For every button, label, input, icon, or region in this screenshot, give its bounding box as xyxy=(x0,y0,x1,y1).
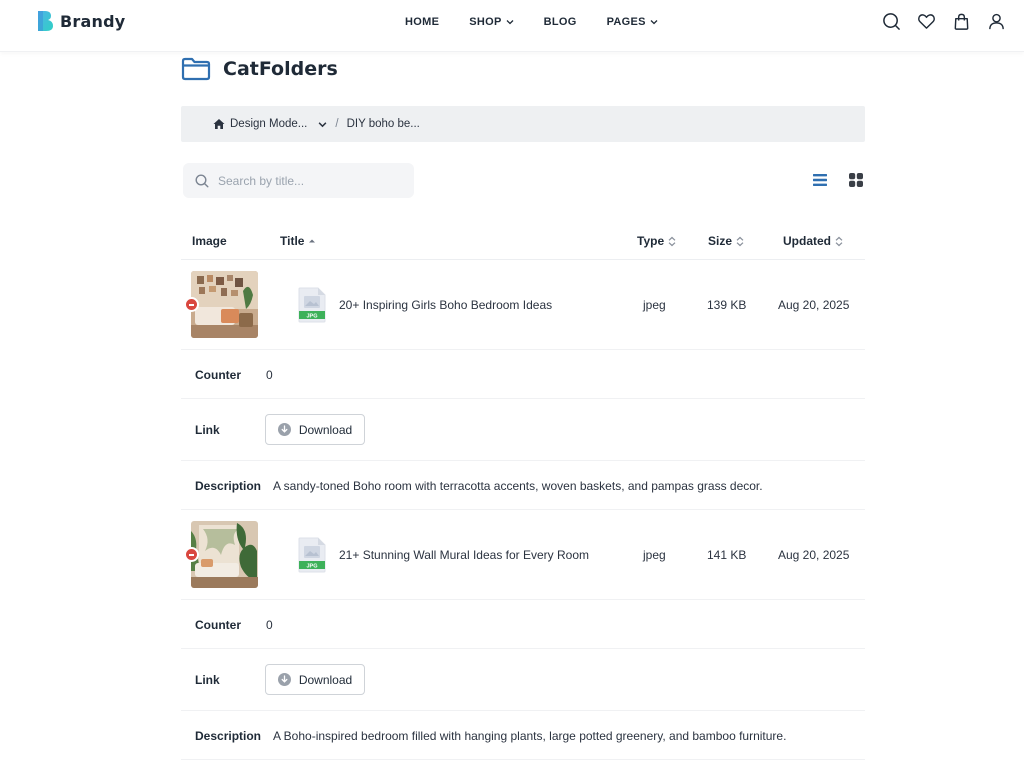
view-toggle xyxy=(812,172,864,188)
breadcrumb: Design Mode... / DIY boho be... xyxy=(181,106,865,142)
remove-button[interactable] xyxy=(184,547,199,562)
grid-view-icon[interactable] xyxy=(848,172,864,188)
breadcrumb-item-current[interactable]: DIY boho be... xyxy=(347,118,420,130)
brand-name: Brandy xyxy=(60,11,126,31)
page-title: CatFolders xyxy=(181,57,338,81)
counter-value: 0 xyxy=(266,368,273,382)
search-icon xyxy=(195,173,209,187)
thumbnail-image[interactable] xyxy=(191,271,258,338)
breadcrumb-item-root[interactable]: Design Mode... xyxy=(213,118,327,130)
counter-row: Counter 0 xyxy=(181,350,865,399)
breadcrumb-separator: / xyxy=(335,118,339,130)
home-icon xyxy=(213,119,225,129)
table-row: JPG 21+ Stunning Wall Mural Ideas for Ev… xyxy=(181,510,865,600)
column-header-updated[interactable]: Updated xyxy=(783,234,843,248)
download-button[interactable]: Download xyxy=(265,414,365,445)
search-box xyxy=(183,163,414,198)
sort-asc-icon xyxy=(309,239,316,242)
jpg-file-icon: JPG xyxy=(298,287,326,323)
file-badge-label: JPG xyxy=(306,563,317,569)
file-size: 141 KB xyxy=(707,548,747,562)
jpg-file-icon: JPG xyxy=(298,537,326,573)
nav-item-blog[interactable]: BLOG xyxy=(544,16,577,28)
chevron-down-icon xyxy=(650,20,658,25)
link-label: Link xyxy=(195,673,220,687)
download-icon xyxy=(277,423,291,436)
chevron-down-icon xyxy=(506,20,514,25)
nav-item-home[interactable]: HOME xyxy=(405,16,439,28)
nav-item-shop[interactable]: SHOP xyxy=(469,16,514,28)
description-row: Description A Boho-inspired bedroom fill… xyxy=(181,711,865,760)
link-row: Link Download xyxy=(181,649,865,711)
sort-icon xyxy=(736,236,744,246)
file-title[interactable]: 20+ Inspiring Girls Boho Bedroom Ideas xyxy=(339,298,552,312)
list-view-icon[interactable] xyxy=(812,172,828,188)
file-table: Image Title Type Size Updated JPG 20+ In… xyxy=(181,222,865,760)
column-header-title[interactable]: Title xyxy=(280,234,316,248)
counter-label: Counter xyxy=(195,618,241,632)
folder-icon xyxy=(181,57,211,81)
main-nav: HOME SHOP BLOG PAGES xyxy=(405,16,688,28)
description-label: Description xyxy=(195,479,262,493)
nav-item-label: BLOG xyxy=(543,16,577,28)
download-label: Download xyxy=(298,672,353,687)
counter-row: Counter 0 xyxy=(181,600,865,649)
file-updated: Aug 20, 2025 xyxy=(778,298,850,312)
breadcrumb-label: Design Mode... xyxy=(230,118,308,130)
column-label: Title xyxy=(280,234,305,248)
column-header-type[interactable]: Type xyxy=(637,234,676,248)
counter-label: Counter xyxy=(195,368,241,382)
description-value: A Boho-inspired bedroom filled with hang… xyxy=(273,729,787,743)
search-input[interactable] xyxy=(218,173,398,188)
column-label: Type xyxy=(637,234,665,248)
file-type: jpeg xyxy=(643,548,666,562)
sort-icon xyxy=(835,236,843,246)
link-label: Link xyxy=(195,423,220,437)
file-type: jpeg xyxy=(643,298,666,312)
user-icon[interactable] xyxy=(987,12,1006,31)
download-label: Download xyxy=(298,422,353,437)
chevron-down-icon[interactable] xyxy=(318,120,327,129)
nav-item-label: HOME xyxy=(405,16,440,28)
counter-value: 0 xyxy=(266,618,273,632)
bag-icon[interactable] xyxy=(952,12,971,31)
column-header-image: Image xyxy=(192,234,227,248)
table-header: Image Title Type Size Updated xyxy=(181,222,865,260)
nav-item-label: PAGES xyxy=(606,16,646,28)
breadcrumb-label: DIY boho be... xyxy=(346,118,420,130)
search-icon[interactable] xyxy=(882,12,901,31)
download-button[interactable]: Download xyxy=(265,664,365,695)
download-icon xyxy=(277,673,291,686)
column-label: Size xyxy=(708,234,733,248)
column-label: Updated xyxy=(783,234,831,248)
file-size: 139 KB xyxy=(707,298,747,312)
remove-button[interactable] xyxy=(184,297,199,312)
brand-mark-icon xyxy=(38,11,53,31)
description-row: Description A sandy-toned Boho room with… xyxy=(181,461,865,510)
description-value: A sandy-toned Boho room with terracotta … xyxy=(273,479,763,493)
file-title[interactable]: 21+ Stunning Wall Mural Ideas for Every … xyxy=(339,548,589,562)
file-updated: Aug 20, 2025 xyxy=(778,548,850,562)
nav-item-label: SHOP xyxy=(469,16,502,28)
column-label: Image xyxy=(192,234,227,248)
column-header-size[interactable]: Size xyxy=(708,234,744,248)
header-actions xyxy=(882,12,1006,31)
description-label: Description xyxy=(195,729,262,743)
mural-photo-image xyxy=(191,521,258,588)
page-title-text: CatFolders xyxy=(223,58,338,80)
nav-item-pages[interactable]: PAGES xyxy=(607,16,658,28)
bedroom-photo-image xyxy=(191,271,258,338)
heart-icon[interactable] xyxy=(917,12,936,31)
thumbnail-image[interactable] xyxy=(191,521,258,588)
file-badge-label: JPG xyxy=(306,313,317,319)
brand-logo[interactable]: Brandy xyxy=(36,10,125,32)
site-header: Brandy HOME SHOP BLOG PAGES xyxy=(0,0,1024,52)
link-row: Link Download xyxy=(181,399,865,461)
sort-icon xyxy=(668,236,676,246)
table-row: JPG 20+ Inspiring Girls Boho Bedroom Ide… xyxy=(181,260,865,350)
